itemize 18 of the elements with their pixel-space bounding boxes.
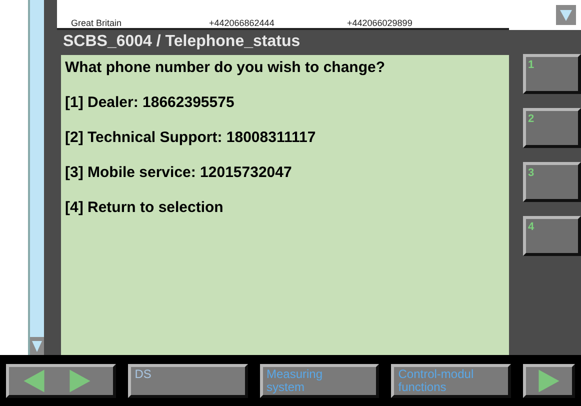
function-button[interactable]: Measuring system	[260, 364, 380, 398]
number-button[interactable]: 4	[523, 216, 581, 256]
scroll-down-icon[interactable]	[30, 337, 44, 355]
table-cell-text: Great Britain	[71, 18, 123, 28]
table-cell-text: +442066029899	[347, 18, 414, 28]
prompt-text: What phone number do you wish to change?	[65, 59, 386, 77]
number-button[interactable]: 1	[523, 54, 581, 94]
menu-option: [1] Dealer: 18662395575	[65, 94, 505, 112]
menu-option: [4] Return to selection	[65, 199, 505, 217]
menu-option: [3] Mobile service: 12015732047	[65, 164, 505, 182]
number-button[interactable]: 2	[523, 108, 581, 148]
scrollbar-track[interactable]	[28, 0, 44, 355]
table-cell-text: +442066862444	[209, 18, 276, 28]
function-button[interactable]: Control-modul functions	[391, 364, 511, 398]
menu-option: [2] Technical Support: 18008311117	[65, 129, 505, 147]
window-title: SCBS_6004 / Telephone_status	[62, 32, 302, 52]
scroll-down-icon[interactable]	[556, 5, 576, 25]
number-button[interactable]: 3	[523, 162, 581, 202]
